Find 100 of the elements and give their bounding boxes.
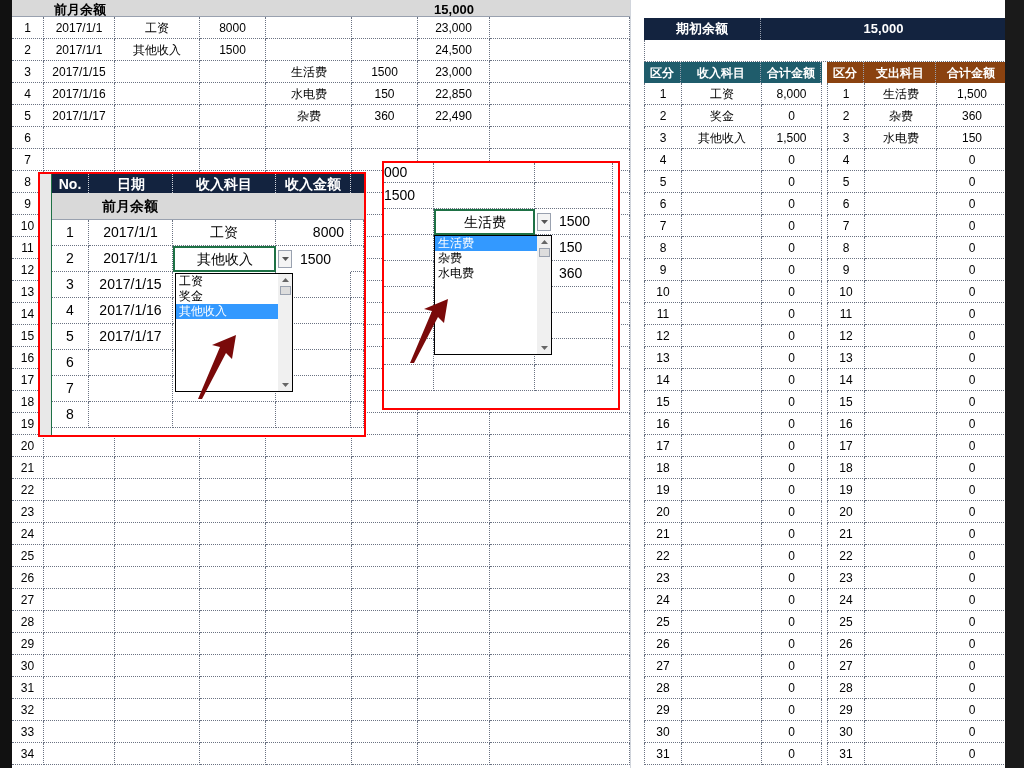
table-cell: [44, 127, 115, 149]
table-cell: 7: [828, 215, 865, 237]
table-cell: 5: [645, 171, 682, 193]
table-cell: 其他收入: [115, 39, 200, 61]
table-cell: [200, 105, 266, 127]
table-cell: 0: [762, 347, 822, 369]
table-cell: [200, 523, 266, 545]
table-cell: 8,000: [762, 83, 822, 105]
table-cell: [200, 633, 266, 655]
table-cell: [352, 611, 418, 633]
table-cell: [418, 479, 490, 501]
table-cell: 3: [12, 61, 44, 83]
table-cell: 26: [12, 567, 44, 589]
table-cell: 2: [12, 39, 44, 61]
table-cell: 6: [828, 193, 865, 215]
table-cell: 2017/1/1: [44, 39, 115, 61]
table-cell: [200, 479, 266, 501]
table-cell: [351, 220, 364, 246]
table-cell: 16: [645, 413, 682, 435]
table-cell: [865, 193, 937, 215]
scroll-up-icon[interactable]: [540, 240, 548, 244]
table-cell: 1500: [384, 183, 434, 209]
table-cell[interactable]: [173, 402, 276, 428]
dropdown-button[interactable]: [537, 212, 551, 231]
table-cell: 30: [645, 721, 682, 743]
table-cell-text: 1500: [300, 249, 332, 269]
table-cell: 22,850: [418, 83, 490, 105]
table-cell: 0: [762, 523, 822, 545]
table-cell: 6: [52, 350, 89, 376]
dropdown-option[interactable]: 杂费: [435, 251, 537, 266]
table-cell: 0: [762, 677, 822, 699]
table-cell: 28: [12, 611, 44, 633]
table-cell: [352, 127, 418, 149]
table-cell: 0: [762, 215, 822, 237]
table-cell: [865, 325, 937, 347]
table-cell: 23: [12, 501, 44, 523]
scroll-thumb[interactable]: [538, 248, 550, 257]
table-cell: [352, 721, 418, 743]
scroll-thumb[interactable]: [279, 286, 291, 295]
table-cell: 31: [828, 743, 865, 765]
table-cell: 0: [762, 501, 822, 523]
table-cell: 9: [645, 259, 682, 281]
table-cell[interactable]: 生活费: [434, 209, 535, 235]
table-cell: 25: [645, 611, 682, 633]
table-cell: [418, 567, 490, 589]
table-cell: [865, 721, 937, 743]
table-cell: 0: [762, 721, 822, 743]
table-cell: 20: [828, 501, 865, 523]
table-cell: [865, 347, 937, 369]
table-cell: [200, 545, 266, 567]
table-cell: 22,490: [418, 105, 490, 127]
table-cell: [418, 435, 490, 457]
table-cell: [44, 479, 115, 501]
table-cell: [200, 501, 266, 523]
table-cell: 17: [645, 435, 682, 457]
scroll-down-icon[interactable]: [540, 346, 548, 350]
table-cell: [384, 365, 434, 391]
table-cell: 4: [828, 149, 865, 171]
table-cell: [865, 567, 937, 589]
table-cell: 18: [828, 457, 865, 479]
table-cell: [351, 272, 364, 298]
scrollbar[interactable]: [278, 274, 292, 391]
table-cell: 3: [828, 127, 865, 149]
table-cell: 21: [12, 457, 44, 479]
dropdown-button[interactable]: [278, 250, 292, 268]
table-cell: 15: [828, 391, 865, 413]
table-cell: 生活费: [266, 61, 352, 83]
table-cell: 23,000: [418, 17, 490, 39]
table-cell: 杂费: [865, 105, 937, 127]
table-cell: 5: [52, 324, 89, 350]
table-cell: [865, 501, 937, 523]
table-cell: 17: [828, 435, 865, 457]
table-cell: [418, 677, 490, 699]
table-cell: 24: [828, 589, 865, 611]
table-cell: [418, 633, 490, 655]
table-cell: [352, 567, 418, 589]
table-cell: 27: [12, 589, 44, 611]
dropdown-option[interactable]: 水电费: [435, 266, 537, 281]
table-cell: [865, 743, 937, 765]
table-cell[interactable]: 其他收入: [173, 246, 276, 272]
dropdown-option[interactable]: 工资: [176, 274, 278, 289]
table-cell: 2017/1/16: [44, 83, 115, 105]
table-cell: 1: [828, 83, 865, 105]
table-cell: 25: [828, 611, 865, 633]
table-cell: 0: [762, 369, 822, 391]
table-cell: 0: [762, 391, 822, 413]
scroll-up-icon[interactable]: [281, 278, 289, 282]
scroll-down-icon[interactable]: [281, 383, 289, 387]
table-cell: 3: [52, 272, 89, 298]
table-cell: [44, 633, 115, 655]
dropdown-option[interactable]: 奖金: [176, 289, 278, 304]
table-cell[interactable]: 工资: [173, 220, 276, 246]
scrollbar[interactable]: [537, 236, 551, 354]
table-cell: 31: [12, 677, 44, 699]
table-cell: 13: [645, 347, 682, 369]
table-cell: 22: [645, 545, 682, 567]
table-cell: 30: [12, 655, 44, 677]
table-cell: 21: [828, 523, 865, 545]
table-cell: [200, 567, 266, 589]
table-cell: 0: [762, 633, 822, 655]
